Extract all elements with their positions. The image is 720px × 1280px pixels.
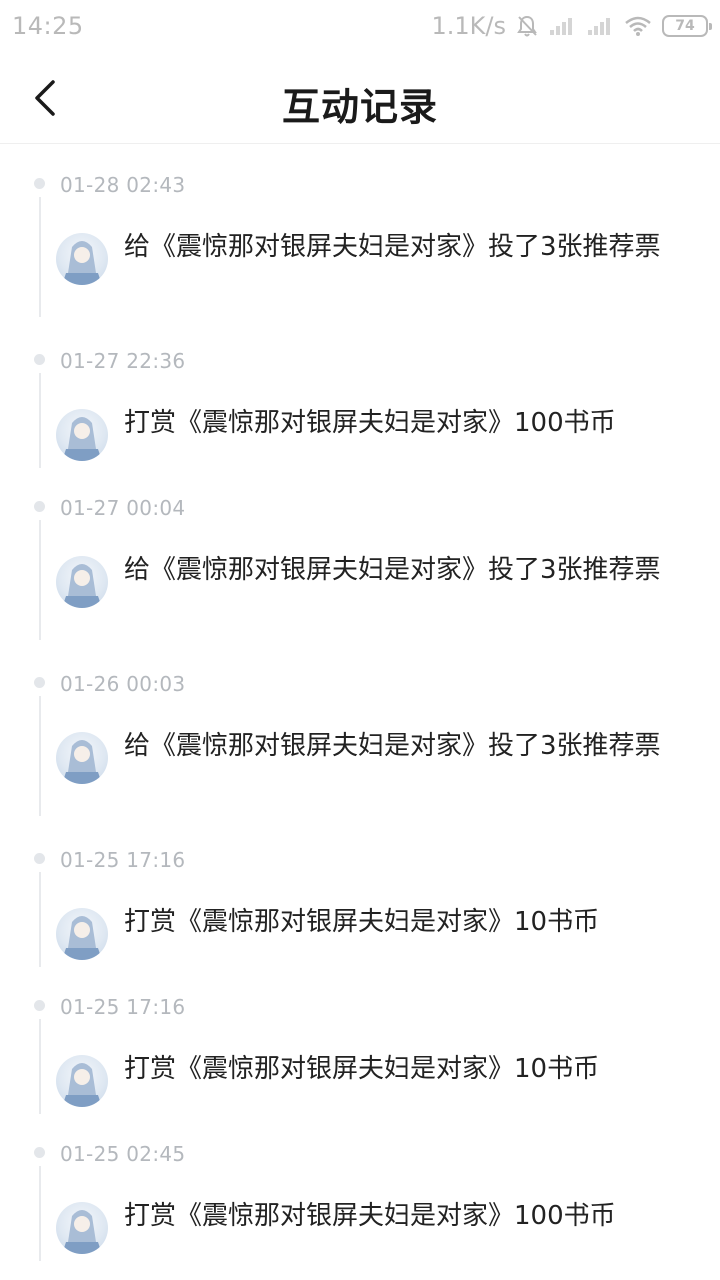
record-item[interactable]: 01-27 00:04 给《震惊那对银屏夫妇是对家》投了3张推荐票 — [0, 468, 720, 644]
record-item[interactable]: 01-28 02:43 给《震惊那对银屏夫妇是对家》投了3张推荐票 — [0, 145, 720, 321]
record-time: 01-25 02:45 — [60, 1142, 186, 1166]
record-item[interactable]: 01-25 17:16 打赏《震惊那对银屏夫妇是对家》10书币 — [0, 967, 720, 1114]
avatar — [56, 908, 108, 960]
timeline-dot — [34, 501, 45, 512]
signal-1-icon — [548, 15, 576, 37]
avatar — [56, 732, 108, 784]
timeline-line — [39, 872, 41, 967]
timeline-line — [39, 373, 41, 468]
timeline-dot — [34, 354, 45, 365]
timeline-line — [39, 520, 41, 640]
record-item[interactable]: 01-25 02:45 打赏《震惊那对银屏夫妇是对家》100书币 — [0, 1114, 720, 1261]
timeline-line — [39, 696, 41, 816]
record-text: 打赏《震惊那对银屏夫妇是对家》10书币 — [124, 907, 600, 937]
network-speed: 1.1K/s — [431, 12, 507, 40]
record-item[interactable]: 01-27 22:36 打赏《震惊那对银屏夫妇是对家》100书币 — [0, 321, 720, 468]
battery-icon: 74 — [662, 15, 712, 37]
record-time: 01-26 00:03 — [60, 672, 186, 696]
status-bar: 14:25 1.1K/s 74 — [0, 0, 720, 52]
timeline-line — [39, 197, 41, 317]
timeline-dot — [34, 677, 45, 688]
status-icons: 1.1K/s 74 — [431, 12, 712, 40]
record-time: 01-25 17:16 — [60, 848, 186, 872]
avatar — [56, 409, 108, 461]
record-text: 给《震惊那对银屏夫妇是对家》投了3张推荐票 — [124, 731, 661, 761]
record-text: 打赏《震惊那对银屏夫妇是对家》100书币 — [124, 408, 616, 438]
record-item[interactable]: 01-25 17:16 打赏《震惊那对银屏夫妇是对家》10书币 — [0, 820, 720, 967]
avatar — [56, 1202, 108, 1254]
page-title: 互动记录 — [281, 84, 438, 129]
record-text: 给《震惊那对银屏夫妇是对家》投了3张推荐票 — [124, 555, 661, 585]
interaction-timeline[interactable]: 01-28 02:43 给《震惊那对银屏夫妇是对家》投了3张推荐票 01-27 … — [0, 145, 720, 1280]
timeline-dot — [34, 1147, 45, 1158]
timeline-line — [39, 1166, 41, 1261]
avatar — [56, 233, 108, 285]
timeline-dot — [34, 178, 45, 189]
record-text: 打赏《震惊那对银屏夫妇是对家》10书币 — [124, 1054, 600, 1084]
wifi-icon — [624, 15, 652, 37]
record-time: 01-27 22:36 — [60, 349, 186, 373]
header: 互动记录 — [0, 52, 720, 144]
status-time: 14:25 — [12, 12, 84, 40]
avatar — [56, 556, 108, 608]
mute-bell-icon — [516, 14, 538, 38]
record-time: 01-28 02:43 — [60, 173, 186, 197]
timeline-dot — [34, 853, 45, 864]
avatar — [56, 1055, 108, 1107]
record-text: 给《震惊那对银屏夫妇是对家》投了3张推荐票 — [124, 232, 661, 262]
record-text: 打赏《震惊那对银屏夫妇是对家》100书币 — [124, 1201, 616, 1231]
timeline-dot — [34, 1000, 45, 1011]
record-time: 01-27 00:04 — [60, 496, 186, 520]
record-time: 01-25 17:16 — [60, 995, 186, 1019]
signal-2-icon — [586, 15, 614, 37]
record-item[interactable]: 01-26 00:03 给《震惊那对银屏夫妇是对家》投了3张推荐票 — [0, 644, 720, 820]
timeline-line — [39, 1019, 41, 1114]
